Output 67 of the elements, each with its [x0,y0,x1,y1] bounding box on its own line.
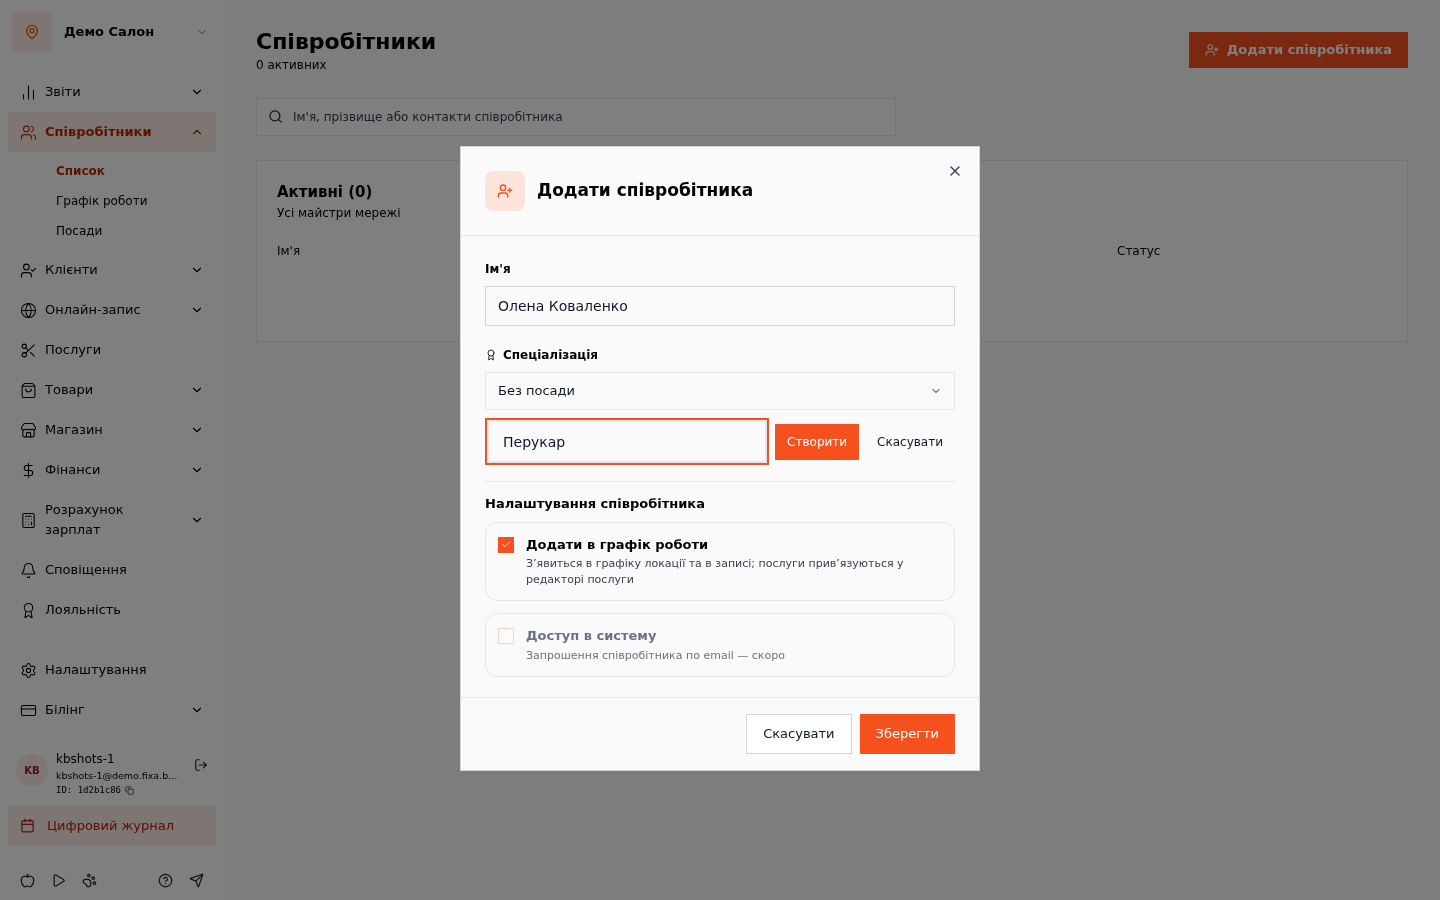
user-email: kbshots-1@demo.fixa.b... [56,769,178,783]
journal-button[interactable]: Цифровий журнал [8,805,216,845]
dialog-title: Додати співробітника [537,179,754,203]
calendar-icon [20,817,35,833]
create-button[interactable]: Створити [775,423,860,460]
calculator-icon [20,511,37,529]
submenu-item[interactable]: Посади [44,216,216,246]
user-plus-icon [497,183,513,199]
card-subtitle: Усі майстри мережі [277,204,401,222]
nav-item[interactable]: Лояльність [8,590,216,630]
search-field[interactable]: Ім'я, прізвище або контакти співробітника [256,98,896,136]
specialization-label: Спеціалізація [503,347,599,364]
logout-icon[interactable] [194,758,208,772]
copy-icon[interactable] [125,786,135,796]
nav-item[interactable]: Послуги [8,330,216,370]
user-name: kbshots-1 [56,751,116,768]
cancel-button[interactable]: Скасувати [746,713,852,754]
location-selector[interactable]: Демо Салон [8,8,216,56]
nav-item[interactable]: Фінанси [8,450,216,490]
send-icon[interactable] [189,873,204,888]
apple-icon[interactable] [20,873,35,888]
page-subtitle: 0 активних [256,57,328,74]
save-button[interactable]: Зберегти [859,713,955,754]
column-header: Статус [1117,242,1161,260]
nav-item[interactable]: Онлайн-запис [8,290,216,330]
play-icon[interactable] [51,873,66,888]
nav-item[interactable]: Клієнти [8,250,216,290]
specialization-select[interactable]: Без посади [485,372,955,410]
nav-item[interactable]: Товари [8,370,216,410]
name-label: Ім'я [485,261,511,278]
option-title: Доступ в систему [526,627,658,645]
new-position-input[interactable]: Перукар [485,418,770,465]
name-input[interactable]: Олена Коваленко [485,286,955,326]
user-avatar: KB [16,754,48,786]
user-id: ID: 1d2b1c86 [56,784,122,797]
card-title: Активні (0) [277,182,373,203]
option-description: З’явиться в графіку локації та в записі; послуги прив’язуються у редакторі послуги [526,556,905,588]
nav-item[interactable]: Білінг [8,690,216,730]
paw-icon[interactable] [82,873,97,888]
cancel-create-button[interactable]: Скасувати [865,423,955,460]
bag-icon [20,381,37,399]
award-icon [485,349,497,361]
page-title: Співробітники [256,28,437,56]
checkbox[interactable] [498,536,514,553]
globe-icon [20,301,37,319]
nav-item[interactable]: Магазин [8,410,216,450]
settings-title: Налаштування співробітника [485,495,706,513]
option-description: Запрошення співробітника по email — скоро [526,647,785,664]
store-icon [20,421,37,439]
nav-item[interactable]: Сповіщення [8,550,216,590]
nav-item[interactable]: Звіти [8,72,216,112]
user-plus-icon [1204,42,1219,57]
nav-item[interactable]: Налаштування [8,650,216,690]
check-icon [500,539,512,550]
user-check-icon [20,261,37,279]
help-icon[interactable] [158,873,173,888]
settings-icon [20,661,37,679]
users-icon [20,123,37,141]
map-pin-icon [24,24,40,40]
scissors-icon [20,341,37,359]
column-header: Ім'я [277,242,302,260]
option-title: Додати в графік роботи [526,535,710,554]
nav-item[interactable]: Розрахунок зарплат [8,490,216,550]
nav-item[interactable]: Співробітники [8,112,216,152]
bar-chart-icon [20,83,37,101]
bell-icon [20,561,37,579]
submenu-item[interactable]: Графік роботи [44,186,216,216]
